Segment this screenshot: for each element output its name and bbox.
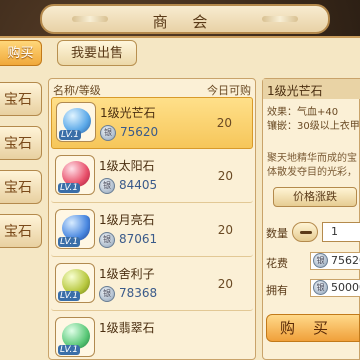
relic-gem-icon: LV.1 — [55, 263, 95, 303]
detail-desc-line2: 体散发夺目的光彩， — [267, 167, 357, 178]
light-gem-icon: LV.1 — [56, 102, 96, 142]
qty-decrease-button[interactable] — [292, 222, 318, 242]
level-badge: LV.1 — [58, 183, 81, 193]
list-item[interactable]: LV.1 1级翡翠石 — [51, 313, 253, 359]
item-qty: 20 — [216, 116, 232, 130]
cost-label: 花费 — [266, 257, 288, 270]
item-list: 名称/等级 今日可购 LV.1 1级光芒石 银 75620 20 LV.1 1级… — [48, 78, 256, 360]
level-badge: LV.1 — [58, 345, 81, 355]
silver-coin-icon: 银 — [99, 286, 115, 302]
list-item[interactable]: LV.1 1级光芒石 银 75620 20 — [51, 97, 253, 149]
qty-label: 数量 — [266, 227, 288, 240]
level-badge: LV.1 — [58, 291, 81, 301]
silver-coin-icon: 银 — [99, 232, 115, 248]
silver-coin-icon: 银 — [313, 253, 328, 268]
own-label: 拥有 — [266, 284, 288, 297]
price-value: 87061 — [119, 232, 158, 246]
level-badge: LV.1 — [59, 130, 82, 140]
category-label: 宝石 — [4, 180, 32, 196]
category-item[interactable]: 宝石 — [0, 126, 42, 160]
category-label: 宝石 — [4, 136, 32, 152]
silver-coin-icon: 银 — [313, 280, 328, 295]
detail-desc-line1: 聚天地精华而成的宝 — [267, 153, 357, 164]
category-sidebar: 宝石 宝石 宝石 宝石 — [0, 78, 42, 360]
price-value: 78368 — [119, 286, 158, 300]
moon-gem-icon: LV.1 — [55, 209, 95, 249]
price-trend-button[interactable]: 价格涨跌 — [273, 187, 357, 207]
item-name: 1级月亮石 — [99, 213, 155, 227]
item-qty: 20 — [217, 169, 233, 183]
item-name: 1级舍利子 — [99, 267, 155, 281]
tab-sell[interactable]: 我要出售 — [57, 40, 137, 66]
level-badge: LV.1 — [58, 237, 81, 247]
silver-coin-icon: 银 — [100, 125, 116, 141]
list-header: 名称/等级 今日可购 — [49, 79, 255, 97]
qty-input[interactable]: 1 — [322, 222, 360, 242]
tab-sell-label: 我要出售 — [70, 46, 123, 61]
item-name: 1级光芒石 — [100, 106, 156, 120]
item-qty: 20 — [217, 277, 233, 291]
cost-value: 75620 — [331, 254, 360, 267]
header-name: 名称/等级 — [53, 84, 101, 97]
price-value: 75620 — [120, 125, 159, 139]
item-qty: 20 — [217, 223, 233, 237]
list-item[interactable]: LV.1 1级月亮石 银 87061 20 — [51, 205, 253, 257]
detail-effect: 效果：气血+40 — [267, 107, 339, 118]
cost-value-box: 银 75620 — [310, 252, 360, 270]
title-ornament-right — [262, 16, 298, 22]
list-item[interactable]: LV.1 1级太阳石 银 84405 20 — [51, 151, 253, 203]
silver-coin-icon: 银 — [99, 178, 115, 194]
detail-title: 1级光芒石 — [263, 79, 360, 99]
window-title-bar: 商 会 — [40, 4, 330, 34]
own-value: 500000 — [331, 281, 360, 294]
category-label: 宝石 — [4, 224, 32, 240]
price-value: 84405 — [119, 178, 158, 192]
tab-buy-label: 购买 — [7, 46, 34, 61]
header-qty: 今日可购 — [207, 84, 251, 97]
item-name: 1级太阳石 — [99, 159, 155, 173]
buy-button[interactable]: 购买 — [266, 314, 360, 342]
tab-buy[interactable]: 购买 — [0, 40, 42, 66]
category-item[interactable]: 宝石 — [0, 82, 42, 116]
category-item[interactable]: 宝石 — [0, 214, 42, 248]
category-label: 宝石 — [4, 92, 32, 108]
detail-inlay: 镶嵌：30级以上衣甲 — [267, 121, 360, 132]
jade-gem-icon: LV.1 — [55, 317, 95, 357]
sun-gem-icon: LV.1 — [55, 155, 95, 195]
item-name: 1级翡翠石 — [99, 321, 155, 335]
list-item[interactable]: LV.1 1级舍利子 银 78368 20 — [51, 259, 253, 311]
own-value-box: 银 500000 — [310, 279, 360, 297]
category-item[interactable]: 宝石 — [0, 170, 42, 204]
